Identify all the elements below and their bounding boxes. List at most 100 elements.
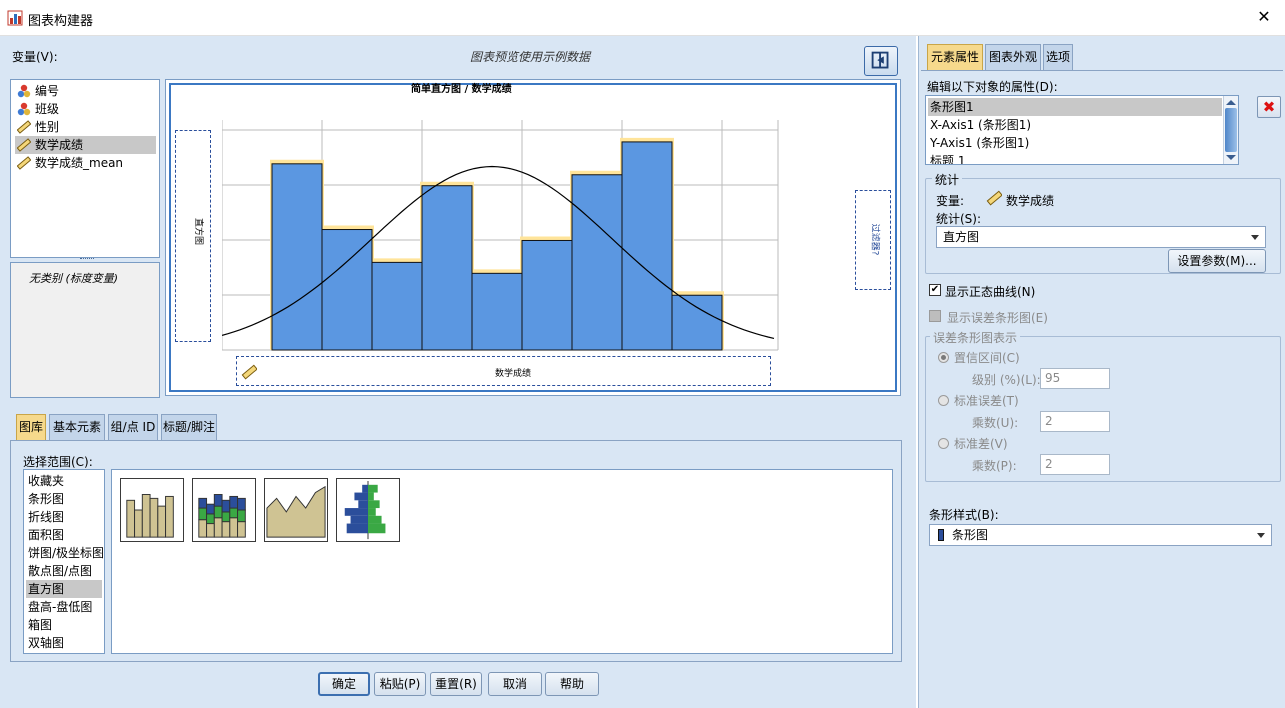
population-pyramid-thumb[interactable] bbox=[336, 478, 400, 542]
variable-value: 数学成绩 bbox=[1006, 194, 1055, 208]
object-item[interactable]: X-Axis1 (条形图1) bbox=[928, 116, 1222, 134]
delete-icon[interactable]: ✖ bbox=[1257, 96, 1281, 118]
histogram-plot bbox=[222, 120, 779, 351]
set-parameters-button[interactable]: 设置参数(M)... bbox=[1168, 249, 1266, 273]
variable-item[interactable]: 数学成绩 bbox=[15, 136, 156, 154]
gallery-item[interactable]: 折线图 bbox=[26, 508, 64, 526]
category-box: 无类别 (标度变量) bbox=[10, 262, 160, 398]
y-axis-dropzone[interactable]: 直方图 bbox=[175, 130, 211, 342]
filter-dropzone[interactable]: 过滤器? bbox=[855, 190, 891, 290]
scroll-down-icon[interactable] bbox=[1226, 155, 1236, 160]
histogram-bar bbox=[371, 261, 423, 351]
histogram-bar bbox=[571, 174, 623, 351]
help-button[interactable]: 帮助 bbox=[545, 672, 599, 696]
object-item[interactable]: Y-Axis1 (条形图1) bbox=[928, 134, 1222, 152]
ok-button[interactable]: 确定 bbox=[318, 672, 370, 696]
show-error-label: 显示误差条形图(E) bbox=[947, 311, 1048, 325]
gallery-item[interactable]: 散点图/点图 bbox=[26, 562, 92, 580]
gallery-list[interactable]: 收藏夹 条形图 折线图 面积图 饼图/极坐标图 散点图/点图 直方图 盘高-盘低图 箱图 双轴图 bbox=[23, 469, 105, 654]
bottom-tab[interactable]: 图库 bbox=[16, 414, 46, 440]
window-title: 图表构建器 bbox=[28, 14, 94, 29]
scroll-thumb[interactable] bbox=[1225, 108, 1237, 152]
properties-tab[interactable]: 图表外观 bbox=[985, 44, 1041, 70]
category-note: 无类别 (标度变量) bbox=[29, 272, 119, 285]
right-pane: 元素属性 图表外观 选项 编辑以下对象的属性(D): 条形图1 X-Axis1 (条形… bbox=[918, 36, 1285, 708]
nominal-icon bbox=[17, 84, 31, 98]
sd-multiplier-input[interactable]: 2 bbox=[1040, 454, 1110, 475]
gallery-panel: 选择范围(C): 收藏夹 条形图 折线图 面积图 饼图/极坐标图 散点图/点图 直方图 盘高-… bbox=[10, 440, 902, 662]
ci-label: 置信区间(C) bbox=[954, 351, 1020, 365]
paste-button[interactable]: 粘贴(P) bbox=[374, 672, 426, 696]
title-bar: 图表构建器 ✕ bbox=[0, 0, 1285, 36]
variable-item[interactable]: 编号 bbox=[15, 82, 59, 100]
variables-list[interactable]: 编号班级性别数学成绩数学成绩_mean bbox=[10, 79, 160, 258]
variable-label: 性别 bbox=[35, 120, 60, 134]
cancel-button[interactable]: 取消 bbox=[488, 672, 542, 696]
bottom-tab[interactable]: 标题/脚注 bbox=[161, 414, 217, 440]
scale-ruler-icon bbox=[17, 156, 31, 170]
bar-style-select[interactable]: 条形图 bbox=[929, 524, 1272, 546]
gallery-item[interactable]: 箱图 bbox=[26, 616, 52, 634]
stacked-histogram-thumb[interactable] bbox=[192, 478, 256, 542]
object-item[interactable]: 标题 1 bbox=[928, 152, 1222, 164]
filter-dropzone-label: 过滤器? bbox=[869, 223, 880, 256]
chart-canvas[interactable]: 简单直方图 / 数学成绩 直方图 过滤器? 数学成绩 bbox=[165, 79, 901, 396]
sd-radio[interactable] bbox=[938, 438, 949, 449]
variable-label: 班级 bbox=[35, 102, 60, 116]
chevron-down-icon bbox=[1257, 533, 1265, 538]
variables-label: 变量(V): bbox=[12, 50, 58, 64]
ci-radio[interactable] bbox=[938, 352, 949, 363]
close-icon[interactable]: ✕ bbox=[1253, 6, 1275, 28]
x-axis-dropzone[interactable]: 数学成绩 bbox=[236, 356, 771, 386]
gallery-item[interactable]: 条形图 bbox=[26, 490, 64, 508]
variable-label: 数学成绩 bbox=[35, 138, 84, 152]
left-pane: 变量(V): 图表预览使用示例数据 编号 班级 性别 数学成绩 数学成绩_mean 无类… bbox=[0, 36, 916, 708]
bottom-tab[interactable]: 基本元素 bbox=[49, 414, 105, 440]
gallery-item[interactable]: 饼图/极坐标图 bbox=[26, 544, 104, 562]
se-radio[interactable] bbox=[938, 395, 949, 406]
scale-ruler-icon bbox=[17, 120, 31, 134]
objects-scrollbar[interactable] bbox=[1223, 96, 1238, 164]
objects-list[interactable]: 条形图1 X-Axis1 (条形图1) Y-Axis1 (条形图1) 标题 1 bbox=[925, 95, 1239, 165]
se-multiplier-input[interactable]: 2 bbox=[1040, 411, 1110, 432]
histogram-bar bbox=[271, 163, 323, 351]
histogram-bar bbox=[321, 229, 373, 351]
pane-toggle-button[interactable] bbox=[864, 46, 898, 76]
object-item[interactable]: 条形图1 bbox=[928, 98, 1222, 116]
properties-tab[interactable]: 元素属性 bbox=[927, 44, 983, 70]
nominal-icon bbox=[17, 102, 31, 116]
variable-label: 变量: bbox=[936, 194, 965, 208]
variable-item[interactable]: 性别 bbox=[15, 118, 59, 136]
bar-style-value: 条形图 bbox=[952, 528, 989, 542]
stats-group-title: 统计 bbox=[932, 171, 963, 188]
bar-style-icon bbox=[938, 529, 944, 541]
histogram-bar bbox=[421, 185, 473, 351]
bottom-tab[interactable]: 组/点 ID bbox=[108, 414, 158, 440]
thumbnail-area bbox=[111, 469, 893, 654]
show-error-checkbox[interactable] bbox=[929, 310, 941, 322]
show-normal-checkbox[interactable]: ✔ bbox=[929, 284, 941, 296]
se-label: 标准误差(T) bbox=[954, 394, 1019, 408]
level-input[interactable]: 95 bbox=[1040, 368, 1110, 389]
variable-label: 编号 bbox=[35, 84, 60, 98]
scroll-up-icon[interactable] bbox=[1226, 100, 1236, 105]
statistic-label: 统计(S): bbox=[936, 212, 982, 226]
variable-item[interactable]: 数学成绩_mean bbox=[15, 154, 123, 172]
simple-histogram-thumb[interactable] bbox=[120, 478, 184, 542]
reset-button[interactable]: 重置(R) bbox=[430, 672, 482, 696]
chart-title: 简单直方图 / 数学成绩 bbox=[411, 84, 512, 95]
scale-ruler-icon bbox=[17, 138, 31, 152]
properties-tab[interactable]: 选项 bbox=[1043, 44, 1073, 70]
edit-label: 编辑以下对象的属性(D): bbox=[927, 80, 1058, 94]
variable-item[interactable]: 班级 bbox=[15, 100, 59, 118]
statistic-select[interactable]: 直方图 bbox=[936, 226, 1266, 248]
gallery-item[interactable]: 直方图 bbox=[26, 580, 102, 598]
histogram-bar bbox=[621, 141, 673, 351]
variable-label: 数学成绩_mean bbox=[35, 156, 124, 170]
gallery-item[interactable]: 收藏夹 bbox=[26, 472, 64, 490]
gallery-item[interactable]: 双轴图 bbox=[26, 634, 64, 652]
frequency-polygon-thumb[interactable] bbox=[264, 478, 328, 542]
gallery-item[interactable]: 盘高-盘低图 bbox=[26, 598, 92, 616]
histogram-bar bbox=[521, 239, 573, 351]
gallery-item[interactable]: 面积图 bbox=[26, 526, 64, 544]
